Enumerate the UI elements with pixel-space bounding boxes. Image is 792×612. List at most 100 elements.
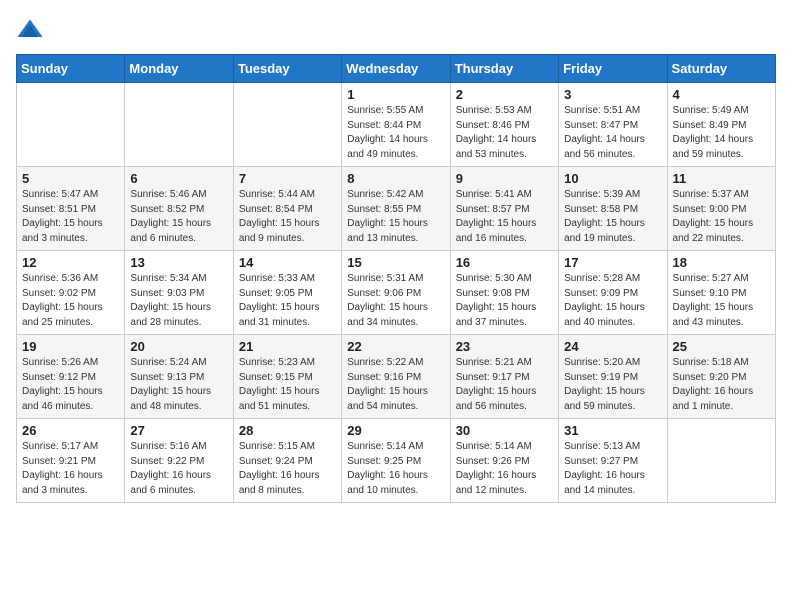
calendar-cell: 27Sunrise: 5:16 AMSunset: 9:22 PMDayligh… — [125, 419, 233, 503]
day-info: Sunrise: 5:39 AMSunset: 8:58 PMDaylight:… — [564, 188, 661, 246]
day-number: 22 — [347, 339, 444, 354]
calendar-header-sunday: Sunday — [17, 55, 125, 83]
day-number: 14 — [239, 255, 336, 270]
calendar-cell: 21 Sunrise: 5:23 AMSunset: 9:15 PMDayligh… — [233, 335, 341, 419]
calendar-cell — [667, 419, 775, 503]
day-info: Sunrise: 5:13 AMSunset: 9:27 PMDaylight:… — [564, 440, 661, 498]
logo-icon — [16, 16, 44, 44]
day-number: 27 — [130, 423, 227, 438]
day-number: 31 — [564, 423, 661, 438]
calendar-week-1: 1 Sunrise: 5:55 AMSunset: 8:44 PMDaylight… — [17, 83, 776, 167]
day-number: 12 — [22, 255, 119, 270]
calendar-cell: 17 Sunrise: 5:28 AMSunset: 9:09 PMDayligh… — [559, 251, 667, 335]
calendar-cell: 14 Sunrise: 5:33 AMSunset: 9:05 PMDayligh… — [233, 251, 341, 335]
calendar-cell: 29 Sunrise: 5:14 AMSunset: 9:25 PMDayligh… — [342, 419, 450, 503]
day-info: Sunrise: 5:55 AMSunset: 8:44 PMDaylight:… — [347, 104, 444, 162]
day-info: Sunrise: 5:46 AMSunset: 8:52 PMDaylight:… — [130, 188, 227, 246]
day-number: 28 — [239, 423, 336, 438]
calendar-cell: 6 Sunrise: 5:46 AMSunset: 8:52 PMDaylight… — [125, 167, 233, 251]
day-number: 25 — [673, 339, 770, 354]
calendar-cell: 15 Sunrise: 5:31 AMSunset: 9:06 PMDayligh… — [342, 251, 450, 335]
calendar-cell: 30 Sunrise: 5:14 AMSunset: 9:26 PMDayligh… — [450, 419, 558, 503]
day-number: 23 — [456, 339, 553, 354]
day-info: Sunrise: 5:15 AMSunset: 9:24 PMDaylight:… — [239, 440, 336, 498]
calendar-header-row: SundayMondayTuesdayWednesdayThursdayFrid… — [17, 55, 776, 83]
calendar-cell: 20 Sunrise: 5:24 AMSunset: 9:13 PMDayligh… — [125, 335, 233, 419]
calendar-week-2: 5 Sunrise: 5:47 AMSunset: 8:51 PMDaylight… — [17, 167, 776, 251]
day-number: 19 — [22, 339, 119, 354]
day-info: Sunrise: 5:14 AMSunset: 9:26 PMDaylight:… — [456, 440, 553, 498]
day-number: 15 — [347, 255, 444, 270]
day-info: Sunrise: 5:14 AMSunset: 9:25 PMDaylight:… — [347, 440, 444, 498]
calendar-cell: 4 Sunrise: 5:49 AMSunset: 8:49 PMDaylight… — [667, 83, 775, 167]
day-number: 5 — [22, 171, 119, 186]
day-number: 8 — [347, 171, 444, 186]
day-info: Sunrise: 5:31 AMSunset: 9:06 PMDaylight:… — [347, 272, 444, 330]
calendar-cell: 10 Sunrise: 5:39 AMSunset: 8:58 PMDayligh… — [559, 167, 667, 251]
calendar-header-tuesday: Tuesday — [233, 55, 341, 83]
calendar-cell: 19 Sunrise: 5:26 AMSunset: 9:12 PMDayligh… — [17, 335, 125, 419]
day-info: Sunrise: 5:49 AMSunset: 8:49 PMDaylight:… — [673, 104, 770, 162]
day-number: 29 — [347, 423, 444, 438]
day-info: Sunrise: 5:44 AMSunset: 8:54 PMDaylight:… — [239, 188, 336, 246]
day-number: 13 — [130, 255, 227, 270]
calendar-cell: 31 Sunrise: 5:13 AMSunset: 9:27 PMDayligh… — [559, 419, 667, 503]
day-info: Sunrise: 5:42 AMSunset: 8:55 PMDaylight:… — [347, 188, 444, 246]
calendar-cell — [233, 83, 341, 167]
calendar-week-3: 12 Sunrise: 5:36 AMSunset: 9:02 PMDayligh… — [17, 251, 776, 335]
calendar-cell: 11Sunrise: 5:37 AMSunset: 9:00 PMDayligh… — [667, 167, 775, 251]
calendar-week-5: 26 Sunrise: 5:17 AMSunset: 9:21 PMDayligh… — [17, 419, 776, 503]
day-number: 9 — [456, 171, 553, 186]
day-info: Sunrise: 5:24 AMSunset: 9:13 PMDaylight:… — [130, 356, 227, 414]
day-number: 20 — [130, 339, 227, 354]
day-info: Sunrise: 5:17 AMSunset: 9:21 PMDaylight:… — [22, 440, 119, 498]
day-info: Sunrise: 5:53 AMSunset: 8:46 PMDaylight:… — [456, 104, 553, 162]
day-info: Sunrise: 5:41 AMSunset: 8:57 PMDaylight:… — [456, 188, 553, 246]
calendar-cell: 16Sunrise: 5:30 AMSunset: 9:08 PMDayligh… — [450, 251, 558, 335]
calendar-header-saturday: Saturday — [667, 55, 775, 83]
day-info: Sunrise: 5:21 AMSunset: 9:17 PMDaylight:… — [456, 356, 553, 414]
day-number: 7 — [239, 171, 336, 186]
calendar-cell: 23 Sunrise: 5:21 AMSunset: 9:17 PMDayligh… — [450, 335, 558, 419]
calendar-header-friday: Friday — [559, 55, 667, 83]
day-number: 6 — [130, 171, 227, 186]
day-number: 17 — [564, 255, 661, 270]
day-info: Sunrise: 5:26 AMSunset: 9:12 PMDaylight:… — [22, 356, 119, 414]
calendar-cell: 13 Sunrise: 5:34 AMSunset: 9:03 PMDayligh… — [125, 251, 233, 335]
calendar-week-4: 19 Sunrise: 5:26 AMSunset: 9:12 PMDayligh… — [17, 335, 776, 419]
day-number: 2 — [456, 87, 553, 102]
day-number: 26 — [22, 423, 119, 438]
day-number: 16 — [456, 255, 553, 270]
calendar-cell: 22 Sunrise: 5:22 AMSunset: 9:16 PMDayligh… — [342, 335, 450, 419]
day-number: 30 — [456, 423, 553, 438]
day-number: 10 — [564, 171, 661, 186]
calendar-cell — [125, 83, 233, 167]
day-number: 21 — [239, 339, 336, 354]
calendar-cell: 28 Sunrise: 5:15 AMSunset: 9:24 PMDayligh… — [233, 419, 341, 503]
calendar-header-wednesday: Wednesday — [342, 55, 450, 83]
calendar-cell: 7 Sunrise: 5:44 AMSunset: 8:54 PMDaylight… — [233, 167, 341, 251]
calendar-cell: 3Sunrise: 5:51 AMSunset: 8:47 PMDaylight… — [559, 83, 667, 167]
day-number: 24 — [564, 339, 661, 354]
calendar-header-thursday: Thursday — [450, 55, 558, 83]
day-info: Sunrise: 5:47 AMSunset: 8:51 PMDaylight:… — [22, 188, 119, 246]
logo — [16, 16, 48, 44]
day-number: 11 — [673, 171, 770, 186]
day-info: Sunrise: 5:22 AMSunset: 9:16 PMDaylight:… — [347, 356, 444, 414]
day-number: 4 — [673, 87, 770, 102]
calendar-cell: 24 Sunrise: 5:20 AMSunset: 9:19 PMDayligh… — [559, 335, 667, 419]
calendar-cell: 18Sunrise: 5:27 AMSunset: 9:10 PMDayligh… — [667, 251, 775, 335]
day-info: Sunrise: 5:34 AMSunset: 9:03 PMDaylight:… — [130, 272, 227, 330]
calendar-cell: 25 Sunrise: 5:18 AMSunset: 9:20 PMDayligh… — [667, 335, 775, 419]
day-info: Sunrise: 5:18 AMSunset: 9:20 PMDaylight:… — [673, 356, 770, 414]
calendar-cell: 8 Sunrise: 5:42 AMSunset: 8:55 PMDaylight… — [342, 167, 450, 251]
day-info: Sunrise: 5:51 AMSunset: 8:47 PMDaylight:… — [564, 104, 661, 162]
day-info: Sunrise: 5:36 AMSunset: 9:02 PMDaylight:… — [22, 272, 119, 330]
day-info: Sunrise: 5:20 AMSunset: 9:19 PMDaylight:… — [564, 356, 661, 414]
day-info: Sunrise: 5:33 AMSunset: 9:05 PMDaylight:… — [239, 272, 336, 330]
day-number: 1 — [347, 87, 444, 102]
day-info: Sunrise: 5:28 AMSunset: 9:09 PMDaylight:… — [564, 272, 661, 330]
day-number: 18 — [673, 255, 770, 270]
calendar-cell: 2 Sunrise: 5:53 AMSunset: 8:46 PMDaylight… — [450, 83, 558, 167]
day-info: Sunrise: 5:23 AMSunset: 9:15 PMDaylight:… — [239, 356, 336, 414]
